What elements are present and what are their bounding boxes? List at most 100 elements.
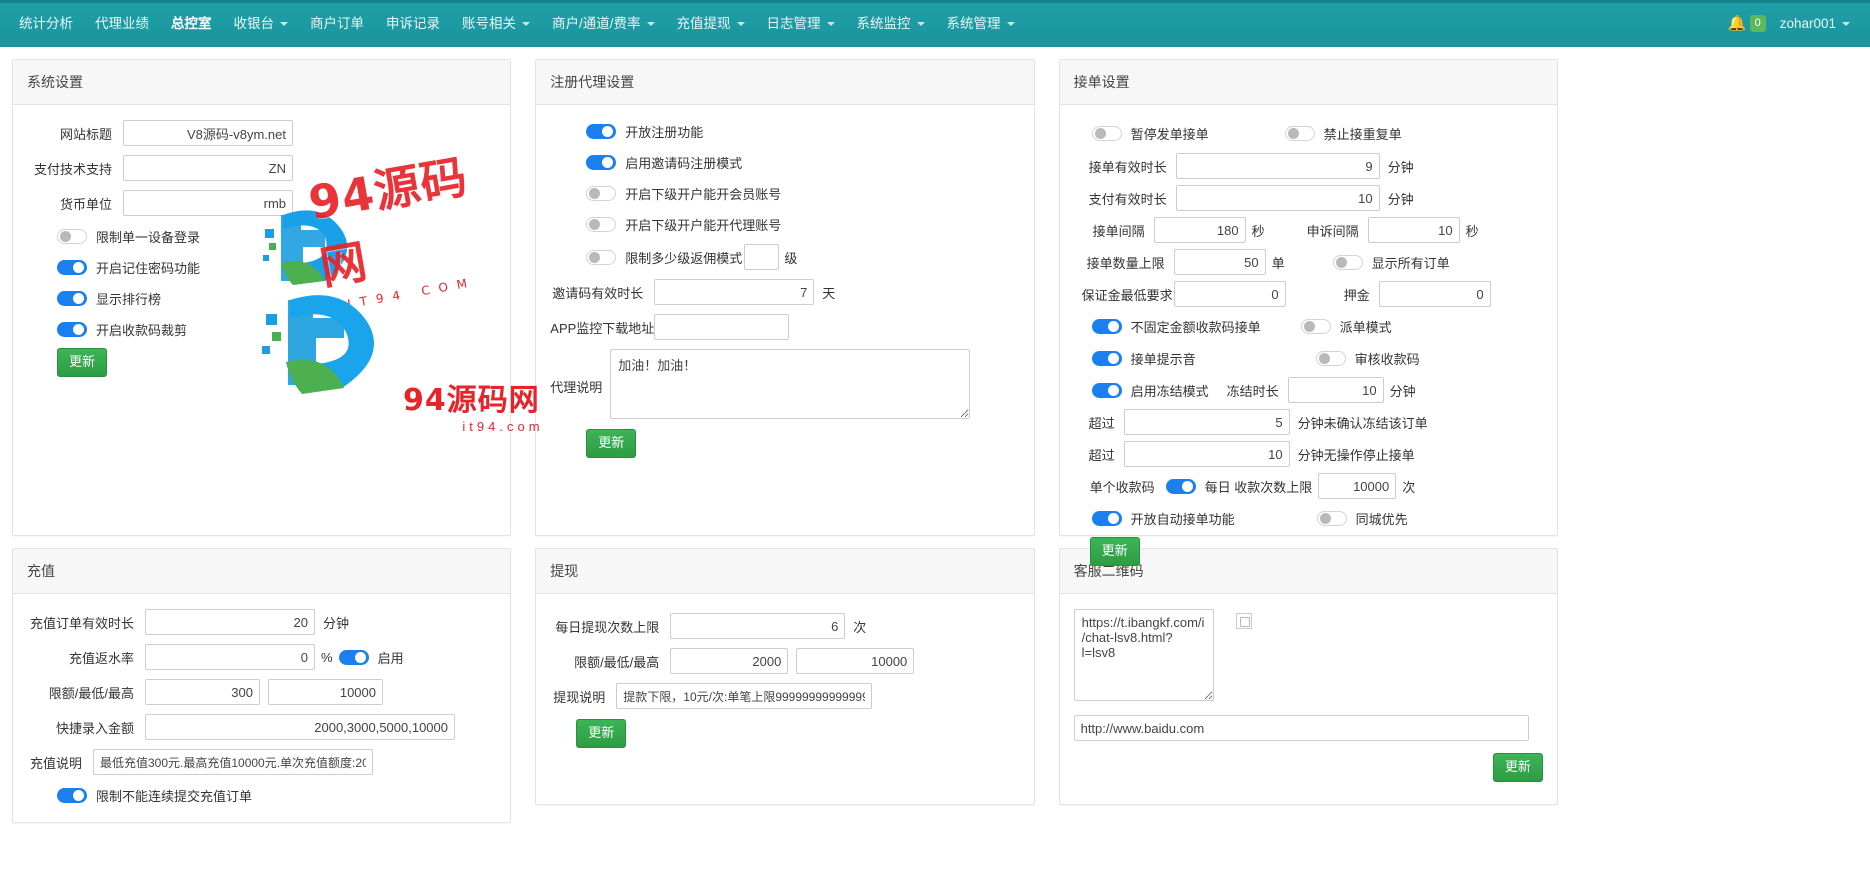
notifications-button[interactable]: 🔔 0 <box>1728 15 1766 32</box>
appeal-interval-input[interactable] <box>1367 217 1460 243</box>
toggle-row-sub-open-member: 开启下级开户能开会员账号 <box>550 182 1019 204</box>
field-suffix: 次 <box>853 619 867 635</box>
order-limit-input[interactable] <box>1173 249 1266 275</box>
field-suffix: 次 <box>1402 479 1416 495</box>
recharge-rebate-enable-toggle[interactable] <box>338 649 369 665</box>
withdraw-max-input[interactable] <box>796 648 915 674</box>
commission-levels-toggle[interactable] <box>586 249 617 265</box>
recharge-min-input[interactable] <box>145 679 260 705</box>
withdraw-desc-input[interactable] <box>616 683 873 709</box>
nav-item-xitongguanli[interactable]: 系统管理 <box>936 4 1026 44</box>
withdraw-min-input[interactable] <box>670 648 789 674</box>
currency-unit-input[interactable] <box>123 190 293 216</box>
nav-item-zongkongshi[interactable]: 总控室 <box>160 4 223 44</box>
panel-body-recharge: 充值订单有效时长 分钟 充值返水率 % 启用 限额/最低/最高 <box>13 594 510 822</box>
panel-body-order-settings: 暂停发单接单 禁止接重复单 接单有效时长 分钟 支付有效时长 分钟 接单间隔 <box>1060 105 1557 566</box>
row-unfixed-dispatch: 不固定金额收款码接单 派单模式 <box>1082 313 1543 339</box>
invite-duration-input[interactable] <box>654 279 815 305</box>
single-qrcode-daily-limit-input[interactable] <box>1318 473 1397 499</box>
recharge-rebate-input[interactable] <box>145 644 315 670</box>
toggle-label: 开启下级开户能开代理账号 <box>625 217 782 233</box>
toggle-row-invite-code-mode: 启用邀请码注册模式 <box>550 151 1019 173</box>
commission-levels-input[interactable] <box>744 244 780 270</box>
system-settings-actions: 更新 <box>27 348 496 377</box>
site-title-input[interactable] <box>123 120 293 146</box>
agent-desc-textarea[interactable]: 加油！加油！ <box>610 349 971 419</box>
recharge-quick-amounts-input[interactable] <box>145 714 455 740</box>
field-label: 充值返水率 <box>68 650 134 666</box>
sub-open-agent-toggle[interactable] <box>586 216 617 232</box>
order-settings-update-button[interactable]: 更新 <box>1089 537 1140 566</box>
nav-item-shensujilu[interactable]: 申诉记录 <box>375 4 451 44</box>
freeze-mode-toggle[interactable] <box>1091 382 1122 398</box>
nav-item-chongzhitixian[interactable]: 充值提现 <box>666 4 756 44</box>
field-order-valid-duration: 接单有效时长 分钟 <box>1082 153 1543 179</box>
column-middle: 注册代理设置 开放注册功能 启用邀请码注册模式 开启下级开户能开会员账号 开启下… <box>523 47 1046 835</box>
nav-item-shanghudingdan[interactable]: 商户订单 <box>299 4 375 44</box>
order-valid-duration-input[interactable] <box>1175 153 1380 179</box>
freeze-duration-input[interactable] <box>1287 377 1384 403</box>
field-label: 邀请码有效时长 <box>552 285 644 301</box>
recharge-order-valid-input[interactable] <box>145 609 315 635</box>
order-sound-toggle[interactable] <box>1091 350 1122 366</box>
single-device-login-toggle[interactable] <box>57 228 87 244</box>
over-unconfirmed-input[interactable] <box>1123 409 1290 435</box>
field-withdraw-limits: 限额/最低/最高 <box>550 648 1019 674</box>
panel-body-register-settings: 开放注册功能 启用邀请码注册模式 开启下级开户能开会员账号 开启下级开户能开代理… <box>536 105 1033 535</box>
nav-item-zhanghaoxiangguan[interactable]: 账号相关 <box>451 4 541 44</box>
link-url-input[interactable] <box>1073 715 1529 741</box>
over-idle-input[interactable] <box>1123 441 1290 467</box>
qrcode-update-button[interactable]: 更新 <box>1492 753 1543 782</box>
show-ranking-toggle[interactable] <box>57 290 87 306</box>
same-city-priority-toggle[interactable] <box>1316 510 1347 526</box>
panel-register-settings: 注册代理设置 开放注册功能 启用邀请码注册模式 开启下级开户能开会员账号 开启下… <box>535 59 1035 536</box>
dispatch-mode-toggle[interactable] <box>1300 318 1331 334</box>
deposit-min-input[interactable] <box>1173 281 1286 307</box>
app-download-url-input[interactable] <box>654 314 790 340</box>
nav-item-shouyintai[interactable]: 收银台 <box>223 4 300 44</box>
field-label: 充值说明 <box>29 755 82 771</box>
invite-code-mode-toggle[interactable] <box>586 154 617 170</box>
forbid-duplicate-order-toggle[interactable] <box>1284 125 1315 141</box>
toggle-label: 开启收款码裁剪 <box>96 322 188 338</box>
service-url-textarea[interactable]: https://t.ibangkf.com/i/chat-lsv8.html?l… <box>1073 609 1214 701</box>
no-continuous-recharge-toggle[interactable] <box>57 787 87 803</box>
single-qrcode-daily-toggle[interactable] <box>1165 478 1196 494</box>
field-recharge-desc: 充值说明 <box>27 749 496 775</box>
unfixed-amount-qrcode-toggle[interactable] <box>1091 318 1122 334</box>
sub-open-member-toggle[interactable] <box>586 185 617 201</box>
audit-qrcode-toggle[interactable] <box>1315 350 1346 366</box>
pay-support-input[interactable] <box>123 155 293 181</box>
nav-item-xitongjiankong[interactable]: 系统监控 <box>846 4 936 44</box>
pause-dispatch-toggle[interactable] <box>1091 125 1122 141</box>
deposit-input[interactable] <box>1378 281 1491 307</box>
toggle-label: 开启记住密码功能 <box>96 260 201 276</box>
chevron-down-icon <box>1006 21 1015 26</box>
chevron-down-icon <box>280 21 288 26</box>
recharge-desc-input[interactable] <box>93 749 373 775</box>
row-pause-forbid: 暂停发单接单 禁止接重复单 <box>1082 120 1543 146</box>
nav-item-shanghu-tongdao-feilv[interactable]: 商户/通道/费率 <box>541 4 666 44</box>
nav-item-tongjifenxi[interactable]: 统计分析 <box>8 4 84 44</box>
system-settings-update-button[interactable]: 更新 <box>57 348 108 377</box>
user-menu[interactable]: zohar001 <box>1780 16 1850 31</box>
withdraw-daily-limit-input[interactable] <box>670 613 846 639</box>
pay-valid-duration-input[interactable] <box>1175 185 1380 211</box>
nav-item-dailiyeji[interactable]: 代理业绩 <box>84 4 160 44</box>
recharge-max-input[interactable] <box>268 679 383 705</box>
field-label: 快捷录入金额 <box>55 720 134 736</box>
qrcode-crop-toggle[interactable] <box>57 321 87 337</box>
register-settings-update-button[interactable]: 更新 <box>586 429 637 458</box>
nav-label: 总控室 <box>171 15 212 31</box>
nav-items: 统计分析 代理业绩 总控室 收银台 商户订单 申诉记录 账号相关 商户/通道/费… <box>8 4 1728 44</box>
nav-label: 日志管理 <box>766 15 821 31</box>
nav-item-rizhiguanli[interactable]: 日志管理 <box>756 4 846 44</box>
field-withdraw-desc: 提现说明 <box>550 683 1019 709</box>
remember-password-toggle[interactable] <box>57 259 87 275</box>
withdraw-update-button[interactable]: 更新 <box>576 719 627 748</box>
row-auto-order-samecity: 开放自动接单功能 同城优先 <box>1082 505 1543 531</box>
auto-order-toggle[interactable] <box>1091 510 1122 526</box>
show-all-orders-toggle[interactable] <box>1332 254 1363 270</box>
order-interval-input[interactable] <box>1153 217 1246 243</box>
open-register-toggle[interactable] <box>586 123 617 139</box>
